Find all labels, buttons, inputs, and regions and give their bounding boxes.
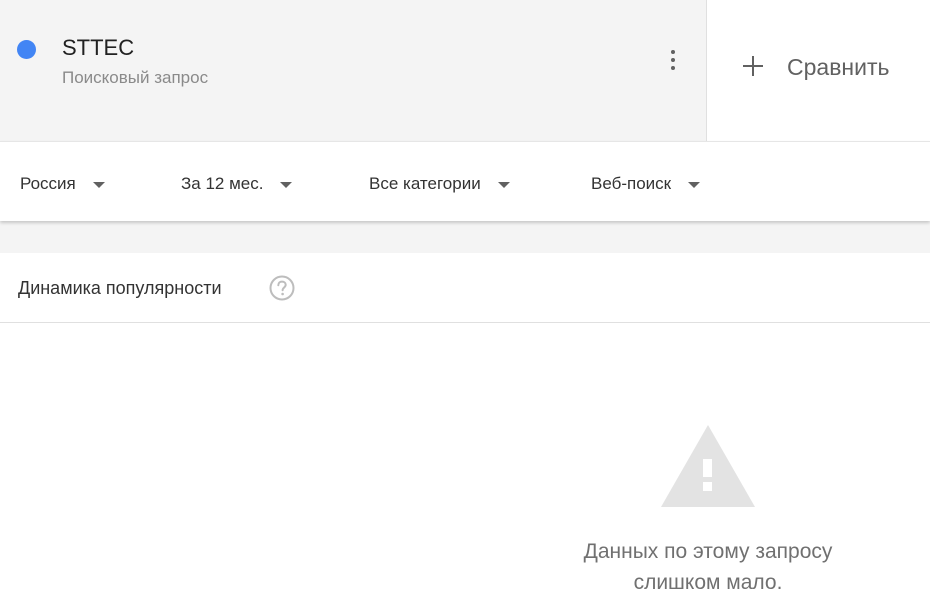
search-type-filter-label: Веб-поиск xyxy=(591,174,672,193)
trends-page: STTEC Поисковый запрос Сравнить Россия З… xyxy=(0,0,930,608)
region-filter[interactable]: Россия xyxy=(20,172,105,196)
region-filter-label: Россия xyxy=(20,174,76,193)
no-data-message-line2: слишком мало. xyxy=(633,571,783,594)
no-data-message-line1: Данных по этому запросу xyxy=(583,540,833,563)
search-term-card[interactable]: STTEC Поисковый запрос xyxy=(0,0,707,141)
term-name: STTEC xyxy=(62,35,135,60)
widget-header: Динамика популярности xyxy=(0,253,930,323)
dropdown-arrow-icon xyxy=(497,181,510,188)
more-vert-icon[interactable] xyxy=(662,46,684,76)
dropdown-arrow-icon xyxy=(688,181,701,188)
search-type-filter[interactable]: Веб-поиск xyxy=(591,172,701,196)
term-header: STTEC Поисковый запрос Сравнить xyxy=(0,0,930,141)
term-type: Поисковый запрос xyxy=(62,68,209,87)
category-filter-label: Все категории xyxy=(369,174,481,193)
plus-icon xyxy=(743,56,763,76)
term-color-dot xyxy=(17,40,36,59)
time-filter-label: За 12 мес. xyxy=(181,174,264,193)
filter-bar: Россия За 12 мес. Все категории Веб-поис… xyxy=(0,141,930,221)
compare-button[interactable]: Сравнить xyxy=(707,0,930,141)
dropdown-arrow-icon xyxy=(92,181,105,188)
help-circle-icon[interactable] xyxy=(269,275,295,301)
no-data-message: Данных по этому запросу слишком мало. xyxy=(540,536,876,598)
compare-label: Сравнить xyxy=(787,54,890,80)
time-filter[interactable]: За 12 мес. xyxy=(181,172,293,196)
widget-title: Динамика популярности xyxy=(18,278,222,298)
section-divider xyxy=(0,221,930,253)
interest-over-time-widget: Динамика популярности Данных по этому за… xyxy=(0,253,930,608)
dropdown-arrow-icon xyxy=(280,181,293,188)
warning-triangle-icon xyxy=(661,425,755,507)
category-filter[interactable]: Все категории xyxy=(369,172,510,196)
